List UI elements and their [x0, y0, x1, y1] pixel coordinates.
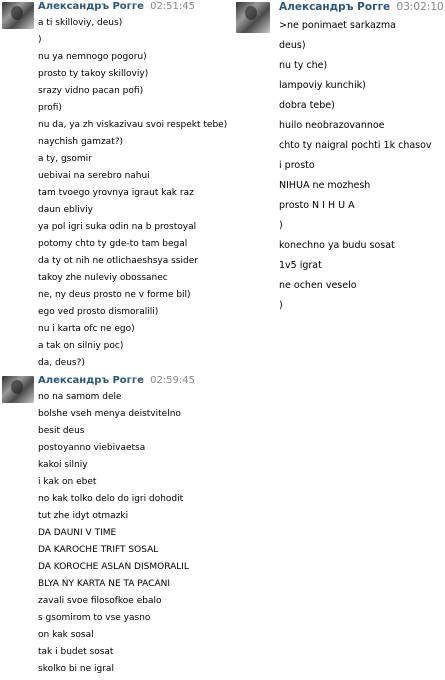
message-lines: >ne ponimaet sarkazma deus) nu ty che) l… [279, 16, 432, 316]
message-line: ) [279, 300, 283, 311]
message-lines: a ti skilloviy, deus) ) nu ya nemnogo po… [38, 15, 227, 372]
message-line: bolshe vseh menya deistvitelno [38, 409, 181, 419]
message-line: no kak tolko delo do igri dohodit [38, 494, 184, 504]
message-line: DA KOROCHE ASLAN DISMORALIL [38, 562, 189, 572]
author-link[interactable]: Александръ Рогге [279, 1, 390, 13]
message-line: 1v5 igrat [279, 260, 322, 271]
message-line: dobra tebe) [279, 100, 335, 111]
message-line: kakoi silniy [38, 460, 88, 470]
message-line: DA DAUNI V TIME [38, 528, 117, 538]
message-line: deus) [279, 40, 306, 51]
message-2: Александръ Рогге 02:59:45 no na samom de… [0, 374, 236, 680]
message-line: da, deus?) [38, 358, 85, 368]
message-line: i kak on ebet [38, 477, 97, 487]
message-line: konechno ya budu sosat [279, 240, 395, 251]
message-line: nu i karta ofc ne ego) [38, 324, 135, 334]
message-line: BLYA NY KARTA NE TA PACANI [38, 579, 170, 589]
message-line: tut zhe idyt otmazki [38, 511, 129, 521]
message-line: prosto N I H U A [279, 200, 355, 211]
message-line: prosto ty takoy skilloviy) [38, 69, 149, 79]
message-line: a ti skilloviy, deus) [38, 18, 123, 28]
message-lines: no na samom dele bolshe vseh menya deist… [38, 389, 189, 678]
timestamp: 03:02:10 [396, 1, 444, 13]
message-1: Александръ Рогге 02:51:45 a ti skilloviy… [0, 0, 236, 370]
message-line: skolko bi ne igral [38, 664, 114, 674]
message-header: Александръ Рогге 02:59:45 [38, 375, 195, 386]
message-line: i prosto [279, 160, 315, 171]
message-line: huilo neobrazovannoe [279, 120, 385, 131]
message-3: Александръ Рогге 03:02:10 >ne ponimaet s… [236, 0, 445, 320]
message-line: besit deus [38, 426, 85, 436]
avatar[interactable] [236, 2, 270, 33]
message-line: tam tvoego yrovnya igraut kak raz [38, 188, 194, 198]
message-line: >ne ponimaet sarkazma [279, 20, 396, 31]
message-line: s gsomirom to vse yasno [38, 613, 151, 623]
author-link[interactable]: Александръ Рогге [38, 1, 144, 12]
message-line: nu ty che) [279, 60, 328, 71]
message-line: lampoviy kunchik) [279, 80, 366, 91]
message-line: a ty, gsomir [38, 154, 92, 164]
message-line: DA KAROCHE TRIFT SOSAL [38, 545, 159, 555]
message-line: ne ochen veselo [279, 280, 357, 291]
timestamp: 02:51:45 [150, 1, 195, 12]
message-line: ya pol igri suka odin na b prostoyal [38, 222, 197, 232]
message-line: tak i budet sosat [38, 647, 114, 657]
message-line: no na samom dele [38, 392, 122, 402]
message-line: da ty ot nih ne otlichaeshsya ssider [38, 256, 198, 266]
author-link[interactable]: Александръ Рогге [38, 375, 144, 386]
message-line: postoyanno viebivaetsa [38, 443, 146, 453]
message-line: ne, ny deus prosto ne v forme bil) [38, 290, 191, 300]
message-line: naychish gamzat?) [38, 137, 124, 147]
message-header: Александръ Рогге 02:51:45 [38, 1, 195, 12]
message-line: chto ty naigral pochti 1k chasov [279, 140, 432, 151]
message-line: daun ebliviy [38, 205, 93, 215]
message-line: profi) [38, 103, 62, 113]
message-line: nu da, ya zh viskazivau svoi respekt teb… [38, 120, 228, 130]
message-line: takoy zhe nuleviy obossanec [38, 273, 168, 283]
timestamp: 02:59:45 [150, 375, 195, 386]
avatar[interactable] [2, 2, 34, 29]
message-line: ) [279, 220, 283, 231]
message-line: on kak sosal [38, 630, 94, 640]
message-line: zavali svoe filosofkoe ebalo [38, 596, 162, 606]
avatar[interactable] [2, 376, 34, 403]
message-line: srazy vidno pacan pofi) [38, 86, 144, 96]
message-line: ego ved prosto dismoralili) [38, 307, 159, 317]
message-line: potomy chto ty gde-to tam begal [38, 239, 188, 249]
message-line: ) [38, 35, 42, 45]
message-line: uebivai na serebro nahui [38, 171, 150, 181]
message-header: Александръ Рогге 03:02:10 [279, 1, 444, 13]
message-line: nu ya nemnogo pogoru) [38, 52, 147, 62]
message-line: a tak on silniy poc) [38, 341, 124, 351]
message-line: NIHUA ne mozhesh [279, 180, 371, 191]
